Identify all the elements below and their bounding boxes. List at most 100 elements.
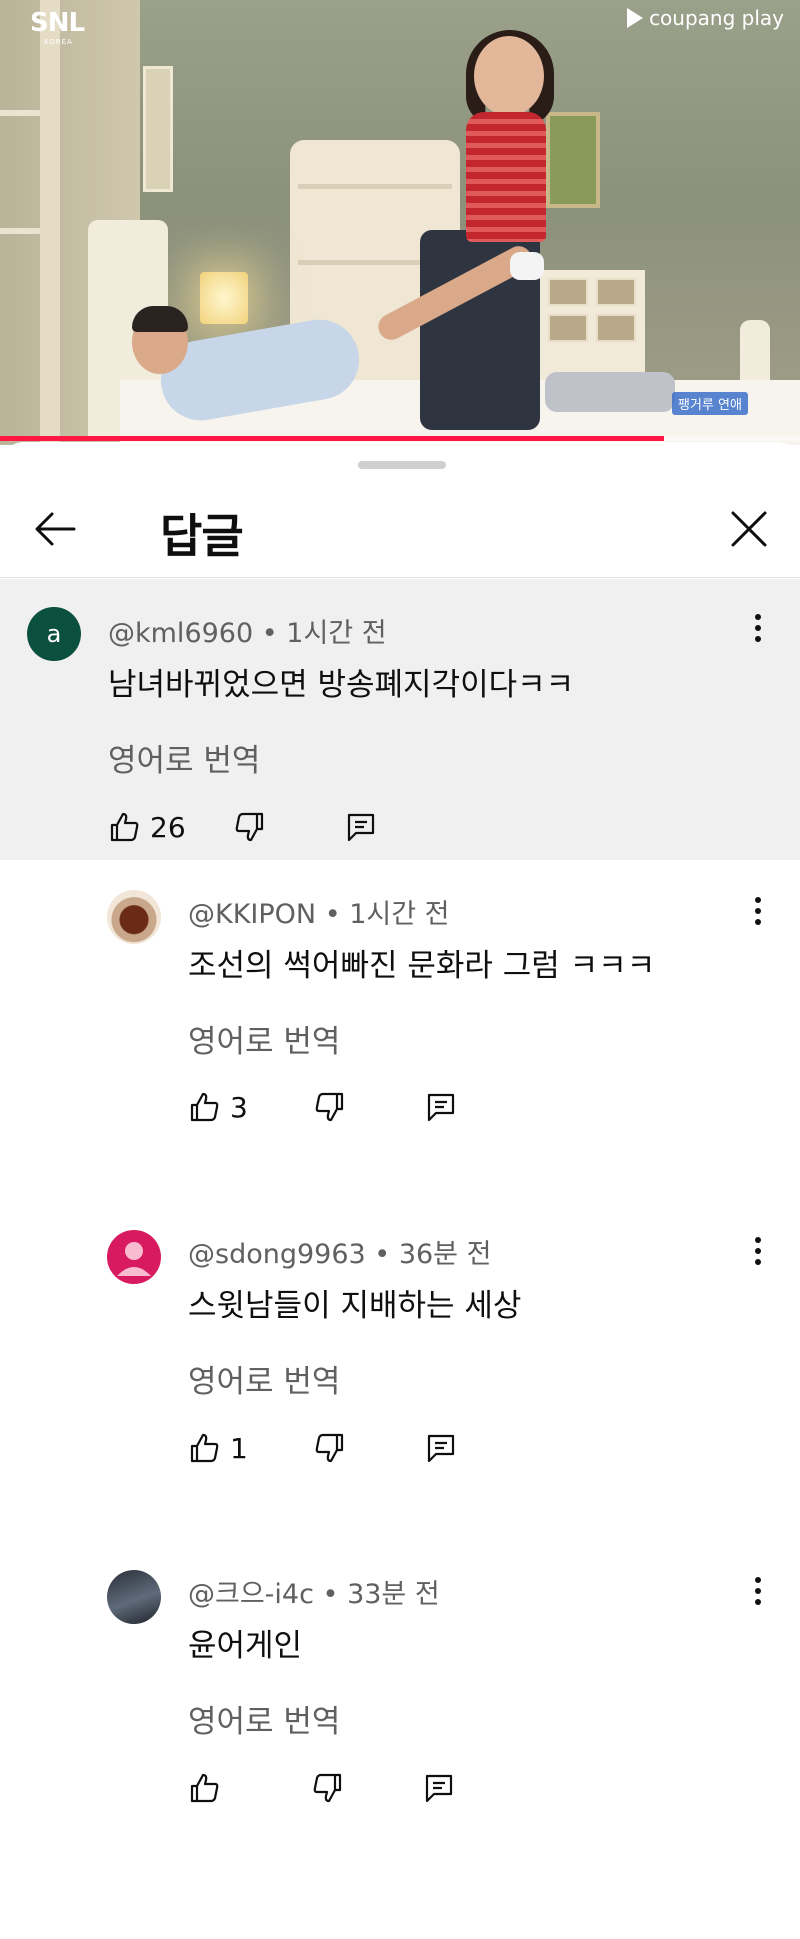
comment-actions [188, 1766, 456, 1810]
more-button[interactable] [746, 1232, 770, 1276]
back-button[interactable] [30, 504, 80, 554]
comment-author[interactable]: @KKIPON [188, 899, 316, 930]
comment-time: 1시간 전 [286, 618, 387, 649]
reply-button[interactable] [422, 1766, 456, 1810]
avatar-letter: a [46, 620, 62, 648]
comment-actions: 26 [108, 805, 378, 849]
close-button[interactable] [724, 504, 774, 554]
thumbs-down-icon [315, 1433, 343, 1463]
like-button[interactable]: 3 [188, 1085, 248, 1129]
comment-time: 36분 전 [398, 1239, 492, 1270]
video-scene-shelf [0, 228, 40, 234]
video-scene-lamp [200, 272, 248, 324]
reply-icon [427, 1093, 454, 1122]
reply-button[interactable] [424, 1085, 458, 1129]
avatar[interactable]: a [27, 607, 81, 661]
comment-author[interactable]: @sdong9963 [188, 1239, 366, 1270]
like-button[interactable]: 26 [108, 805, 186, 849]
comment-meta: @kml6960 • 1시간 전 [108, 611, 387, 650]
video-scene-shelf [0, 110, 40, 116]
sheet-drag-handle[interactable] [358, 461, 446, 469]
reply-icon [347, 813, 374, 842]
video-scene-woman-shirt [466, 112, 546, 242]
translate-button[interactable]: 영어로 번역 [188, 1016, 340, 1061]
reply-button[interactable] [344, 805, 378, 849]
dislike-button[interactable] [312, 1085, 346, 1129]
like-count: 3 [230, 1090, 248, 1124]
sheet-header: 답글 [0, 482, 800, 578]
translate-button[interactable]: 영어로 번역 [188, 1696, 340, 1741]
video-scene-sock [510, 252, 544, 280]
more-vertical-icon [755, 897, 761, 903]
comment-time: 1시간 전 [349, 899, 450, 930]
comment-text: 윤어게인 [188, 1628, 303, 1664]
replies-sheet: 답글 a @kml6960 • 1시간 전 남녀바뀌었으면 방송폐지각이다ㅋㅋ … [0, 442, 800, 1939]
more-button[interactable] [746, 609, 770, 653]
comment-text: 스윗남들이 지배하는 세상 [188, 1288, 522, 1324]
reply-comment: @KKIPON • 1시간 전 조선의 썩어빠진 문화라 그럼 ㅋㅋㅋ 영어로 … [0, 860, 800, 1200]
thumbs-down-icon [315, 1092, 343, 1122]
progress-bar[interactable] [0, 436, 664, 441]
comment-author[interactable]: @크으-i4c [188, 1579, 314, 1610]
thumbs-up-icon [190, 1433, 219, 1463]
more-vertical-icon [755, 1577, 761, 1583]
comment-actions: 3 [188, 1085, 458, 1129]
provider-label: coupang play [649, 6, 784, 30]
avatar[interactable] [107, 1230, 161, 1284]
video-scene-woman-head [474, 36, 544, 116]
like-button[interactable] [188, 1766, 230, 1810]
meta-separator: • [374, 1239, 399, 1270]
reply-comment: @sdong9963 • 36분 전 스윗남들이 지배하는 세상 영어로 번역 … [0, 1200, 800, 1540]
avatar[interactable] [107, 1570, 161, 1624]
dislike-button[interactable] [232, 805, 266, 849]
caption-badge: 팽거루 연애 [672, 392, 748, 415]
dislike-button[interactable] [310, 1766, 344, 1810]
video-scene-blanket [545, 372, 675, 412]
comment-text: 남녀바뀌었으면 방송폐지각이다ㅋㅋ [108, 667, 575, 703]
like-count: 26 [150, 810, 186, 844]
parent-comment: a @kml6960 • 1시간 전 남녀바뀌었으면 방송폐지각이다ㅋㅋ 영어로… [0, 579, 800, 860]
meta-separator: • [324, 899, 350, 930]
comment-text: 조선의 썩어빠진 문화라 그럼 ㅋㅋㅋ [188, 948, 656, 984]
channel-logo: SNL [30, 8, 85, 38]
more-vertical-icon [755, 1237, 761, 1243]
avatar[interactable] [107, 890, 161, 944]
video-scene-painting [546, 112, 600, 208]
dislike-button[interactable] [312, 1426, 346, 1470]
close-icon [731, 511, 767, 547]
like-button[interactable]: 1 [188, 1426, 248, 1470]
comment-actions: 1 [188, 1426, 458, 1470]
translate-button[interactable]: 영어로 번역 [108, 735, 260, 780]
more-button[interactable] [746, 892, 770, 936]
comment-meta: @KKIPON • 1시간 전 [188, 892, 450, 931]
more-vertical-icon [755, 614, 761, 620]
default-avatar-icon [117, 1242, 151, 1276]
thumbs-up-icon [110, 812, 139, 842]
video-scene-frame [143, 66, 173, 192]
video-scene-man-hair [132, 306, 188, 332]
meta-separator: • [261, 618, 287, 649]
play-icon [627, 8, 644, 28]
comment-meta: @크으-i4c • 33분 전 [188, 1572, 440, 1611]
comment-author[interactable]: @kml6960 [108, 618, 253, 649]
reply-button[interactable] [424, 1426, 458, 1470]
sheet-title: 답글 [160, 509, 244, 563]
comment-time: 33분 전 [347, 1579, 440, 1610]
thumbs-down-icon [313, 1773, 342, 1803]
video-scene-pillar [40, 0, 60, 445]
thumbs-up-icon [190, 1092, 219, 1122]
comment-meta: @sdong9963 • 36분 전 [188, 1232, 491, 1271]
arrow-left-icon [35, 512, 76, 546]
translate-button[interactable]: 영어로 번역 [188, 1356, 340, 1401]
reply-comment: @크으-i4c • 33분 전 윤어게인 영어로 번역 [0, 1540, 800, 1880]
thumbs-up-icon [190, 1773, 219, 1803]
channel-logo-sub: KOREA [44, 38, 73, 46]
like-count: 1 [230, 1431, 248, 1465]
more-button[interactable] [746, 1572, 770, 1616]
reply-icon [425, 1774, 453, 1803]
provider-watermark: coupang play [627, 6, 784, 30]
meta-separator: • [322, 1579, 348, 1610]
video-player[interactable]: SNL KOREA coupang play 팽거루 연애 [0, 0, 800, 445]
thumbs-down-icon [235, 812, 263, 842]
reply-icon [427, 1434, 454, 1463]
